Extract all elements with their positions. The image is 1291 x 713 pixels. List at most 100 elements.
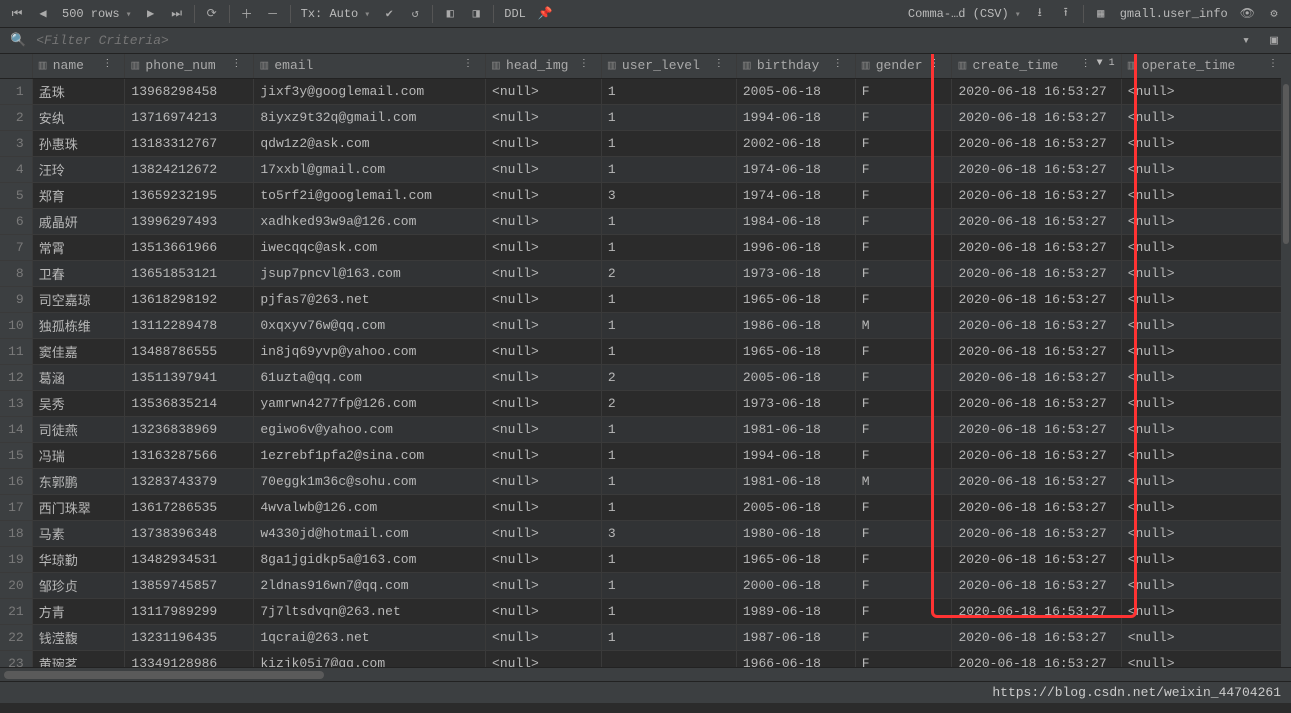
- cell-phone_num[interactable]: 13183312767: [125, 130, 254, 156]
- cell-create_time[interactable]: 2020-06-18 16:53:27: [952, 650, 1121, 667]
- cell-operate_time[interactable]: <null>: [1121, 234, 1290, 260]
- row-number[interactable]: 23: [0, 650, 32, 667]
- cell-user_level[interactable]: 1: [601, 468, 736, 494]
- add-row-icon[interactable]: ＋: [236, 3, 258, 25]
- filter-history-icon[interactable]: ▾: [1235, 30, 1257, 52]
- cell-gender[interactable]: F: [855, 624, 952, 650]
- cell-operate_time[interactable]: <null>: [1121, 468, 1290, 494]
- cell-head_img[interactable]: <null>: [486, 390, 602, 416]
- cell-name[interactable]: 冯瑞: [32, 442, 125, 468]
- cell-phone_num[interactable]: 13536835214: [125, 390, 254, 416]
- cell-create_time[interactable]: 2020-06-18 16:53:27: [952, 182, 1121, 208]
- cell-email[interactable]: 0xqxyv76w@qq.com: [254, 312, 486, 338]
- cell-head_img[interactable]: <null>: [486, 598, 602, 624]
- next-page-icon[interactable]: ▶: [140, 3, 162, 25]
- cell-head_img[interactable]: <null>: [486, 130, 602, 156]
- cell-name[interactable]: 钱滢馥: [32, 624, 125, 650]
- cell-create_time[interactable]: 2020-06-18 16:53:27: [952, 286, 1121, 312]
- cell-create_time[interactable]: 2020-06-18 16:53:27: [952, 312, 1121, 338]
- cell-operate_time[interactable]: <null>: [1121, 104, 1290, 130]
- cell-head_img[interactable]: <null>: [486, 442, 602, 468]
- cell-birthday[interactable]: 2005-06-18: [736, 364, 855, 390]
- download-icon[interactable]: ⭳: [1029, 3, 1051, 25]
- cell-name[interactable]: 华琼勤: [32, 546, 125, 572]
- table-row[interactable]: 2安纨137169742138iyxz9t32q@gmail.com<null>…: [0, 104, 1291, 130]
- cell-gender[interactable]: F: [855, 182, 952, 208]
- cell-birthday[interactable]: 1973-06-18: [736, 390, 855, 416]
- cell-head_img[interactable]: <null>: [486, 520, 602, 546]
- cell-birthday[interactable]: 2002-06-18: [736, 130, 855, 156]
- cell-head_img[interactable]: <null>: [486, 546, 602, 572]
- cell-email[interactable]: kizjk05i7@qq.com: [254, 650, 486, 667]
- cell-operate_time[interactable]: <null>: [1121, 598, 1290, 624]
- cell-phone_num[interactable]: 13349128986: [125, 650, 254, 667]
- cell-name[interactable]: 郑育: [32, 182, 125, 208]
- tx-mode-dropdown[interactable]: Tx: Auto: [297, 7, 375, 21]
- cell-user_level[interactable]: 1: [601, 234, 736, 260]
- cell-gender[interactable]: F: [855, 78, 952, 104]
- column-header-email[interactable]: ▥email⋮: [254, 54, 486, 78]
- table-row[interactable]: 12葛涵1351139794161uzta@qq.com<null>22005-…: [0, 364, 1291, 390]
- cell-user_level[interactable]: 1: [601, 442, 736, 468]
- cell-head_img[interactable]: <null>: [486, 572, 602, 598]
- cell-gender[interactable]: F: [855, 286, 952, 312]
- cell-birthday[interactable]: 1966-06-18: [736, 650, 855, 667]
- column-header-name[interactable]: ▥name⋮: [32, 54, 125, 78]
- cell-email[interactable]: 4wvalwb@126.com: [254, 494, 486, 520]
- cell-birthday[interactable]: 1965-06-18: [736, 338, 855, 364]
- cell-name[interactable]: 戚晶妍: [32, 208, 125, 234]
- cell-operate_time[interactable]: <null>: [1121, 390, 1290, 416]
- column-menu-icon[interactable]: ⋮: [833, 58, 843, 70]
- cell-email[interactable]: qdw1z2@ask.com: [254, 130, 486, 156]
- row-number[interactable]: 7: [0, 234, 32, 260]
- row-number[interactable]: 1: [0, 78, 32, 104]
- cell-birthday[interactable]: 1986-06-18: [736, 312, 855, 338]
- column-menu-icon[interactable]: ⋮: [714, 58, 724, 70]
- cell-email[interactable]: iwecqqc@ask.com: [254, 234, 486, 260]
- cell-name[interactable]: 东郭鹏: [32, 468, 125, 494]
- cell-phone_num[interactable]: 13236838969: [125, 416, 254, 442]
- cell-phone_num[interactable]: 13112289478: [125, 312, 254, 338]
- cell-operate_time[interactable]: <null>: [1121, 286, 1290, 312]
- table-row[interactable]: 16东郭鹏1328374337970eggk1m36c@sohu.com<nul…: [0, 468, 1291, 494]
- cell-create_time[interactable]: 2020-06-18 16:53:27: [952, 156, 1121, 182]
- row-number[interactable]: 13: [0, 390, 32, 416]
- cell-birthday[interactable]: 1994-06-18: [736, 442, 855, 468]
- cell-create_time[interactable]: 2020-06-18 16:53:27: [952, 234, 1121, 260]
- cell-create_time[interactable]: 2020-06-18 16:53:27: [952, 260, 1121, 286]
- cell-email[interactable]: 70eggk1m36c@sohu.com: [254, 468, 486, 494]
- column-menu-icon[interactable]: ⋮: [1081, 58, 1091, 70]
- settings-icon[interactable]: ⚙: [1263, 3, 1285, 25]
- cell-phone_num[interactable]: 13968298458: [125, 78, 254, 104]
- cell-email[interactable]: in8jq69yvp@yahoo.com: [254, 338, 486, 364]
- cell-operate_time[interactable]: <null>: [1121, 338, 1290, 364]
- cell-gender[interactable]: F: [855, 104, 952, 130]
- cell-phone_num[interactable]: 13659232195: [125, 182, 254, 208]
- cell-phone_num[interactable]: 13163287566: [125, 442, 254, 468]
- cell-gender[interactable]: F: [855, 442, 952, 468]
- horizontal-scroll-thumb[interactable]: [4, 671, 324, 679]
- cell-head_img[interactable]: <null>: [486, 234, 602, 260]
- row-number[interactable]: 9: [0, 286, 32, 312]
- cell-head_img[interactable]: <null>: [486, 260, 602, 286]
- cell-gender[interactable]: F: [855, 494, 952, 520]
- cell-create_time[interactable]: 2020-06-18 16:53:27: [952, 494, 1121, 520]
- cell-create_time[interactable]: 2020-06-18 16:53:27: [952, 468, 1121, 494]
- cell-email[interactable]: 7j7ltsdvqn@263.net: [254, 598, 486, 624]
- cell-user_level[interactable]: 1: [601, 546, 736, 572]
- cell-email[interactable]: egiwo6v@yahoo.com: [254, 416, 486, 442]
- cell-name[interactable]: 汪玲: [32, 156, 125, 182]
- cell-phone_num[interactable]: 13482934531: [125, 546, 254, 572]
- cell-gender[interactable]: M: [855, 312, 952, 338]
- cell-email[interactable]: yamrwn4277fp@126.com: [254, 390, 486, 416]
- cell-name[interactable]: 孟珠: [32, 78, 125, 104]
- cell-create_time[interactable]: 2020-06-18 16:53:27: [952, 78, 1121, 104]
- cell-email[interactable]: to5rf2i@googlemail.com: [254, 182, 486, 208]
- cell-create_time[interactable]: 2020-06-18 16:53:27: [952, 598, 1121, 624]
- cell-email[interactable]: 2ldnas916wn7@qq.com: [254, 572, 486, 598]
- cell-head_img[interactable]: <null>: [486, 182, 602, 208]
- cell-operate_time[interactable]: <null>: [1121, 494, 1290, 520]
- row-number[interactable]: 18: [0, 520, 32, 546]
- cell-operate_time[interactable]: <null>: [1121, 546, 1290, 572]
- cell-operate_time[interactable]: <null>: [1121, 260, 1290, 286]
